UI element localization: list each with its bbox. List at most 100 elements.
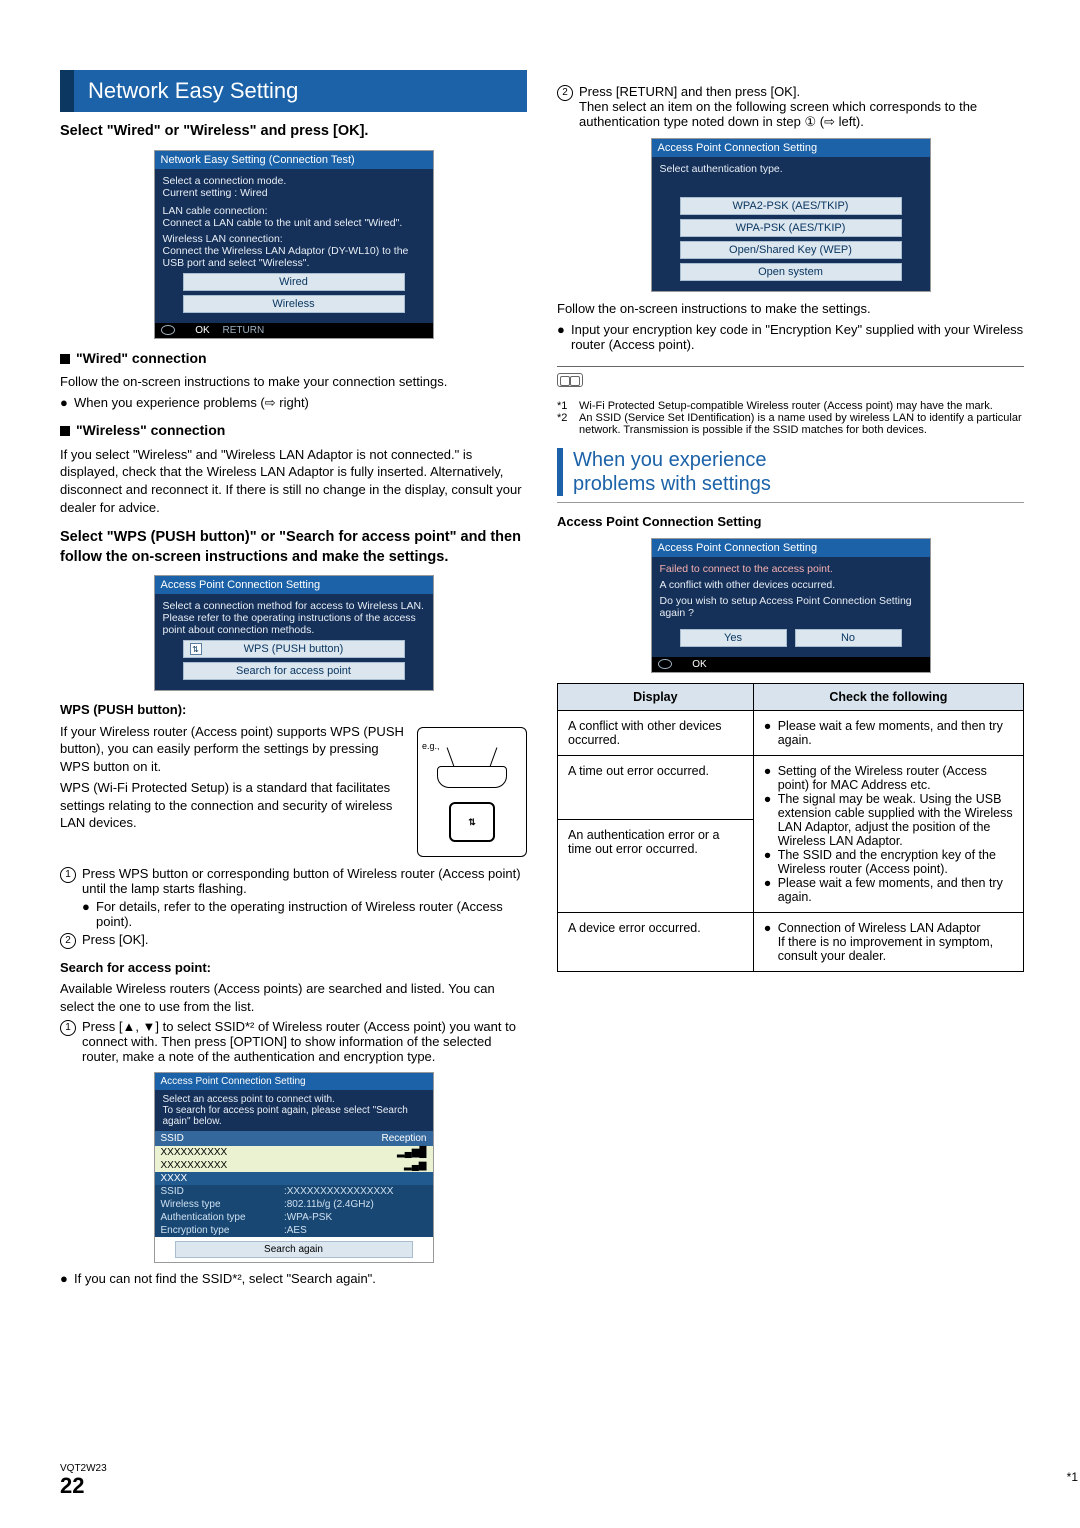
note-icon xyxy=(557,373,583,387)
btn-wep[interactable]: Open/Shared Key (WEP) xyxy=(680,241,902,259)
cell-bullet: The signal may be weak. Using the USB ex… xyxy=(778,792,1013,848)
cell-bullet: Setting of the Wireless router (Access p… xyxy=(778,764,1013,792)
troubleshoot-title: When you experience problems with settin… xyxy=(557,448,1024,496)
col-ssid: SSID xyxy=(155,1131,278,1146)
fn-text: Wi-Fi Protected Setup-compatible Wireles… xyxy=(579,400,993,412)
dlg-line: Please refer to the operating instructio… xyxy=(163,612,425,636)
fn-label: *2 xyxy=(557,412,579,436)
dialog-instr: Select an access point to connect with. … xyxy=(155,1090,433,1131)
btn-no[interactable]: No xyxy=(795,629,902,647)
detail-val: :AES xyxy=(278,1224,433,1237)
left-column: Network Easy Setting Select "Wired" or "… xyxy=(60,60,527,1286)
dialog-failed: Access Point Connection Setting Failed t… xyxy=(651,538,931,673)
footnote-marker: *1 xyxy=(1067,1470,1078,1484)
trouble-line2: problems with settings xyxy=(573,473,771,495)
wired-bullet-text: When you experience problems (⇨ right) xyxy=(74,395,527,411)
right-column: 2 Press [RETURN] and then press [OK]. Th… xyxy=(557,60,1024,1286)
section-title: Network Easy Setting xyxy=(60,70,527,112)
wireless-heading: "Wireless" connection xyxy=(60,421,527,440)
detail-val: :XXXXXXXXXXXXXXXX xyxy=(278,1185,433,1198)
detail-lbl: Encryption type xyxy=(155,1224,278,1237)
step1-heading: Select "Wired" or "Wireless" and press [… xyxy=(60,122,527,142)
detail-lbl: SSID xyxy=(155,1185,278,1198)
step2-heading: Select "WPS (PUSH button)" or "Search fo… xyxy=(60,528,527,567)
btn-wireless[interactable]: Wireless xyxy=(183,295,405,313)
dlg-line: Select a connection method for access to… xyxy=(163,600,425,612)
wireless-text: If you select "Wireless" and "Wireless L… xyxy=(60,446,527,516)
search-note: ●If you can not find the SSID*², select … xyxy=(60,1271,527,1286)
router-icon xyxy=(437,766,507,788)
wps-step1: 1 Press WPS button or corresponding butt… xyxy=(60,866,527,929)
cell-display: A conflict with other devices occurred. xyxy=(558,711,754,756)
footnotes: *1Wi-Fi Protected Setup-compatible Wirel… xyxy=(557,400,1024,436)
step-text: Press [RETURN] and then press [OK]. xyxy=(579,84,800,99)
dlg-line: Select a connection mode. xyxy=(163,175,425,187)
step-text-cont: Then select an item on the following scr… xyxy=(579,99,977,129)
ok-label: OK xyxy=(692,659,706,670)
dialog-title: Access Point Connection Setting xyxy=(155,576,433,594)
cell-bullet: Please wait a few moments, and then try … xyxy=(778,719,1013,747)
detail-val: :WPA-PSK xyxy=(278,1211,433,1224)
detail-lbl: Authentication type xyxy=(155,1211,278,1224)
col-check: Check the following xyxy=(753,684,1023,711)
dlg-line: Connect the Wireless LAN Adaptor (DY-WL1… xyxy=(163,245,425,269)
dlg-line: LAN cable connection: xyxy=(163,205,425,217)
wired-heading-text: "Wired" connection xyxy=(76,350,207,366)
trouble-line1: When you experience xyxy=(573,449,766,471)
btn-wpa2[interactable]: WPA2-PSK (AES/TKIP) xyxy=(680,197,902,215)
step-text: Press [▲, ▼] to select SSID*² of Wireles… xyxy=(82,1019,527,1064)
wired-bullet: ●When you experience problems (⇨ right) xyxy=(60,395,527,411)
after-bullet: Input your encryption key code in "Encry… xyxy=(571,322,1024,352)
step-text: Press [OK]. xyxy=(82,932,148,949)
page-columns: Network Easy Setting Select "Wired" or "… xyxy=(60,60,1024,1286)
dialog-title: Access Point Connection Setting xyxy=(652,139,930,157)
dialog-body: Select authentication type. WPA2-PSK (AE… xyxy=(652,157,930,291)
dialog-ssid-list: Access Point Connection Setting Select a… xyxy=(154,1072,434,1263)
btn-wpa[interactable]: WPA-PSK (AES/TKIP) xyxy=(680,219,902,237)
wired-heading: "Wired" connection xyxy=(60,349,527,368)
step-number-icon: 1 xyxy=(60,1020,76,1036)
step-text: Press WPS button or corresponding button… xyxy=(82,866,521,896)
ssid-row[interactable]: XXXXXXXXXX xyxy=(155,1159,278,1172)
dlg-line: Do you wish to setup Access Point Connec… xyxy=(660,595,922,619)
ssid-row[interactable]: XXXXXXXXXX xyxy=(155,1146,278,1159)
step-number-icon: 2 xyxy=(557,85,573,101)
col-display: Display xyxy=(558,684,754,711)
btn-open[interactable]: Open system xyxy=(680,263,902,281)
cell-bullet: Connection of Wireless LAN Adaptor If th… xyxy=(778,921,1013,963)
cell-display: A device error occurred. xyxy=(558,913,754,972)
ap-setting-heading: Access Point Connection Setting xyxy=(557,513,1024,531)
dialog-title: Access Point Connection Setting xyxy=(652,539,930,557)
wps-illustration: e.g., ⇅ *1 xyxy=(417,727,527,857)
dialog-title: Access Point Connection Setting xyxy=(155,1073,433,1090)
search-note-text: If you can not find the SSID*², select "… xyxy=(74,1271,527,1286)
btn-yes[interactable]: Yes xyxy=(680,629,787,647)
dlg-line: Connect a LAN cable to the unit and sele… xyxy=(163,217,425,229)
btn-search-ap[interactable]: Search for access point xyxy=(183,662,405,680)
fn-text: An SSID (Service Set IDentification) is … xyxy=(579,412,1024,436)
nav-circle-icon xyxy=(161,325,175,335)
search-subheading: Search for access point: xyxy=(60,959,527,977)
btn-wps-push[interactable]: ⇅ WPS (PUSH button) xyxy=(183,640,405,658)
square-bullet-icon xyxy=(60,426,70,436)
right-step2: 2 Press [RETURN] and then press [OK]. Th… xyxy=(557,84,1024,130)
wps-subheading: WPS (PUSH button): xyxy=(60,701,527,719)
detail-val: :802.11b/g (2.4GHz) xyxy=(278,1198,433,1211)
dlg-line-error: Failed to connect to the access point. xyxy=(660,563,922,575)
btn-search-again[interactable]: Search again xyxy=(175,1241,413,1258)
after-text: Follow the on-screen instructions to mak… xyxy=(557,300,1024,318)
wps-step2: 2 Press [OK]. xyxy=(60,932,527,949)
cell-check: ●Connection of Wireless LAN Adaptor If t… xyxy=(753,913,1023,972)
fn-label: *1 xyxy=(557,400,579,412)
dialog-body: Select a connection mode. Current settin… xyxy=(155,169,433,323)
ssid-row-selected[interactable]: XXXX xyxy=(155,1172,433,1185)
step-number-icon: 2 xyxy=(60,933,76,949)
dlg-line: Select authentication type. xyxy=(660,163,922,175)
cell-check: ●Please wait a few moments, and then try… xyxy=(753,711,1023,756)
btn-label: WPS (PUSH button) xyxy=(244,643,344,655)
return-label: RETURN xyxy=(223,325,265,336)
btn-wired[interactable]: Wired xyxy=(183,273,405,291)
search-step1: 1 Press [▲, ▼] to select SSID*² of Wirel… xyxy=(60,1019,527,1064)
cell-display: A time out error occurred. xyxy=(558,756,754,820)
ok-label: OK xyxy=(195,325,209,336)
